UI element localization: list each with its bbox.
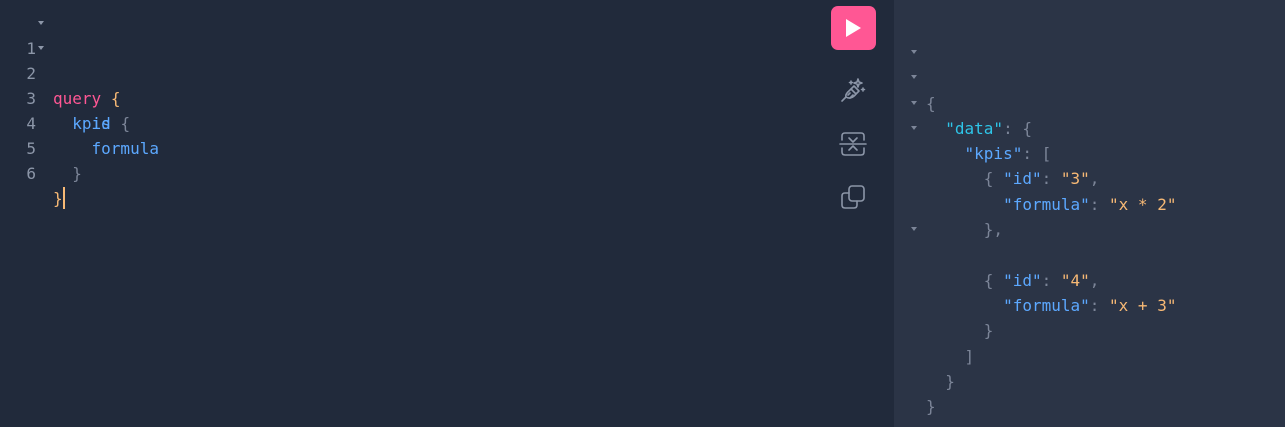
root-close-brace: } <box>926 397 936 417</box>
id-value: "3" <box>1060 169 1090 189</box>
comma: , <box>1089 270 1100 290</box>
query-close-brace: } <box>53 189 63 208</box>
fold-arrow-icon[interactable] <box>911 100 917 105</box>
editor-line[interactable]: 3 id <box>0 61 825 133</box>
editor-line[interactable]: 1 query { <box>0 11 825 108</box>
result-line: "id": "3", <box>894 141 1099 188</box>
copy-icon <box>841 185 865 209</box>
editor-line[interactable]: 6 } <box>0 136 825 209</box>
result-line: } <box>894 344 955 391</box>
fold-arrow-icon[interactable] <box>911 227 917 232</box>
item-close-brace: }, <box>983 220 1004 240</box>
copy-query-button[interactable] <box>839 183 867 211</box>
editor-line[interactable]: 2 kpis { <box>0 36 825 133</box>
editor-line[interactable]: 5 } <box>0 111 825 183</box>
result-viewer[interactable]: { "data": { "kpis": [ { "id": "3", "form… <box>894 0 1285 427</box>
colon: : <box>1003 118 1023 138</box>
result-line: ] <box>894 318 975 366</box>
merge-fragments-icon <box>839 132 867 156</box>
fold-arrow-icon[interactable] <box>911 125 917 130</box>
data-open-brace: { <box>1022 118 1032 138</box>
fold-arrow-icon[interactable] <box>911 75 917 80</box>
result-line: "formula": "x + 3" <box>894 268 1176 315</box>
data-close-brace: } <box>945 371 955 391</box>
id-key: "id" <box>1003 169 1042 189</box>
result-line: } <box>894 369 936 416</box>
editor-line[interactable]: 4 formula <box>0 86 825 158</box>
result-line: "data": { <box>894 65 1032 138</box>
result-line: { <box>894 116 993 188</box>
result-line: } <box>894 293 994 340</box>
formula-value: "x * 2" <box>1109 194 1177 214</box>
id-value: "4" <box>1060 270 1090 290</box>
merge-fragments-button[interactable] <box>839 130 867 158</box>
result-line: "kpis": [ <box>894 91 1051 163</box>
prettify-button[interactable] <box>839 76 867 104</box>
colon: : <box>1041 270 1061 290</box>
kpis-open-bracket: [ <box>1041 144 1052 164</box>
fold-arrow-icon[interactable] <box>38 21 44 25</box>
data-key: "data" <box>945 118 1004 138</box>
kpis-key: "kpis" <box>964 144 1023 164</box>
kpis-close-brace: } <box>72 164 82 183</box>
line-number: 6 <box>26 164 36 183</box>
formula-value: "x + 3" <box>1109 295 1177 315</box>
id-key: "id" <box>1003 270 1042 290</box>
editor-toolbar <box>825 0 894 427</box>
execute-query-button[interactable] <box>831 6 876 50</box>
fold-arrow-icon[interactable] <box>38 46 44 50</box>
colon: : <box>1022 144 1042 164</box>
result-line: { <box>894 217 993 290</box>
colon: : <box>1089 194 1110 214</box>
magic-wand-icon <box>841 78 866 102</box>
colon: : <box>1041 169 1061 189</box>
formula-key: "formula" <box>1003 194 1090 214</box>
text-cursor <box>62 187 65 209</box>
item-close-brace: } <box>983 321 994 341</box>
comma: , <box>1089 169 1100 189</box>
result-line: { <box>894 40 936 113</box>
colon: : <box>1089 295 1110 315</box>
result-line: "id": "4", <box>894 242 1099 290</box>
result-line: }, <box>894 192 1003 239</box>
fold-arrow-icon[interactable] <box>911 50 917 54</box>
formula-key: "formula" <box>1003 295 1090 315</box>
kpis-close-bracket: ] <box>964 346 975 366</box>
play-icon <box>846 19 861 37</box>
result-line: "formula": "x * 2" <box>894 167 1176 214</box>
query-editor[interactable]: 1 query { 2 kpis { 3 id 4 formula 5 } 6 … <box>0 0 825 427</box>
